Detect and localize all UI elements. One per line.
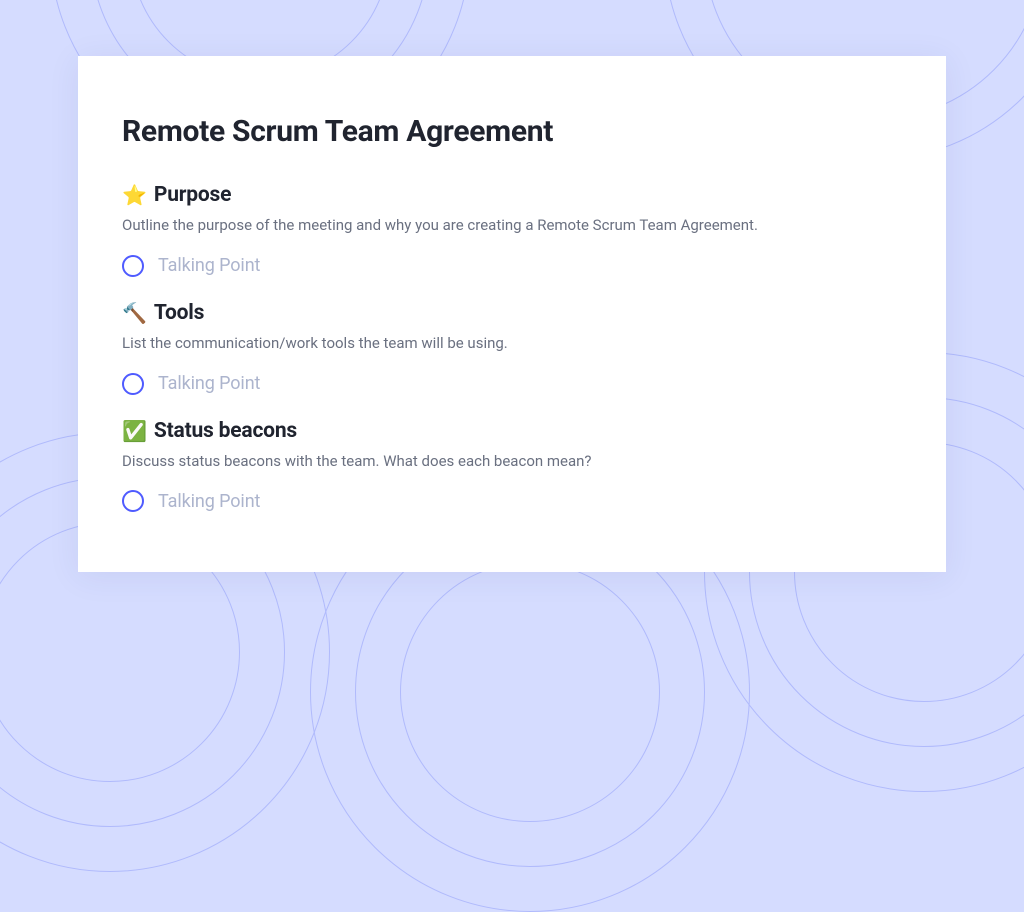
checkmark-icon: ✅ [122,421,147,441]
section-header: ✅ Status beacons [122,419,902,443]
section-header: 🔨 Tools [122,301,902,325]
talking-point-checkbox[interactable] [122,373,144,395]
section-title: Purpose [154,183,231,207]
talking-point-checkbox[interactable] [122,255,144,277]
talking-point-item[interactable]: Talking Point [122,373,902,395]
section-description: List the communication/work tools the te… [122,333,902,355]
section-title: Status beacons [154,419,297,443]
talking-point-label: Talking Point [158,491,260,512]
talking-point-label: Talking Point [158,373,260,394]
hammer-icon: 🔨 [122,303,147,323]
talking-point-checkbox[interactable] [122,490,144,512]
section-header: ⭐ Purpose [122,183,902,207]
talking-point-item[interactable]: Talking Point [122,255,902,277]
section-title: Tools [154,301,204,325]
star-icon: ⭐ [122,185,147,205]
talking-point-item[interactable]: Talking Point [122,490,902,512]
section-description: Discuss status beacons with the team. Wh… [122,451,902,473]
section-purpose: ⭐ Purpose Outline the purpose of the mee… [122,183,902,277]
document-card: Remote Scrum Team Agreement ⭐ Purpose Ou… [78,56,946,572]
section-description: Outline the purpose of the meeting and w… [122,215,902,237]
section-status-beacons: ✅ Status beacons Discuss status beacons … [122,419,902,513]
talking-point-label: Talking Point [158,255,260,276]
document-title: Remote Scrum Team Agreement [122,114,902,149]
section-tools: 🔨 Tools List the communication/work tool… [122,301,902,395]
